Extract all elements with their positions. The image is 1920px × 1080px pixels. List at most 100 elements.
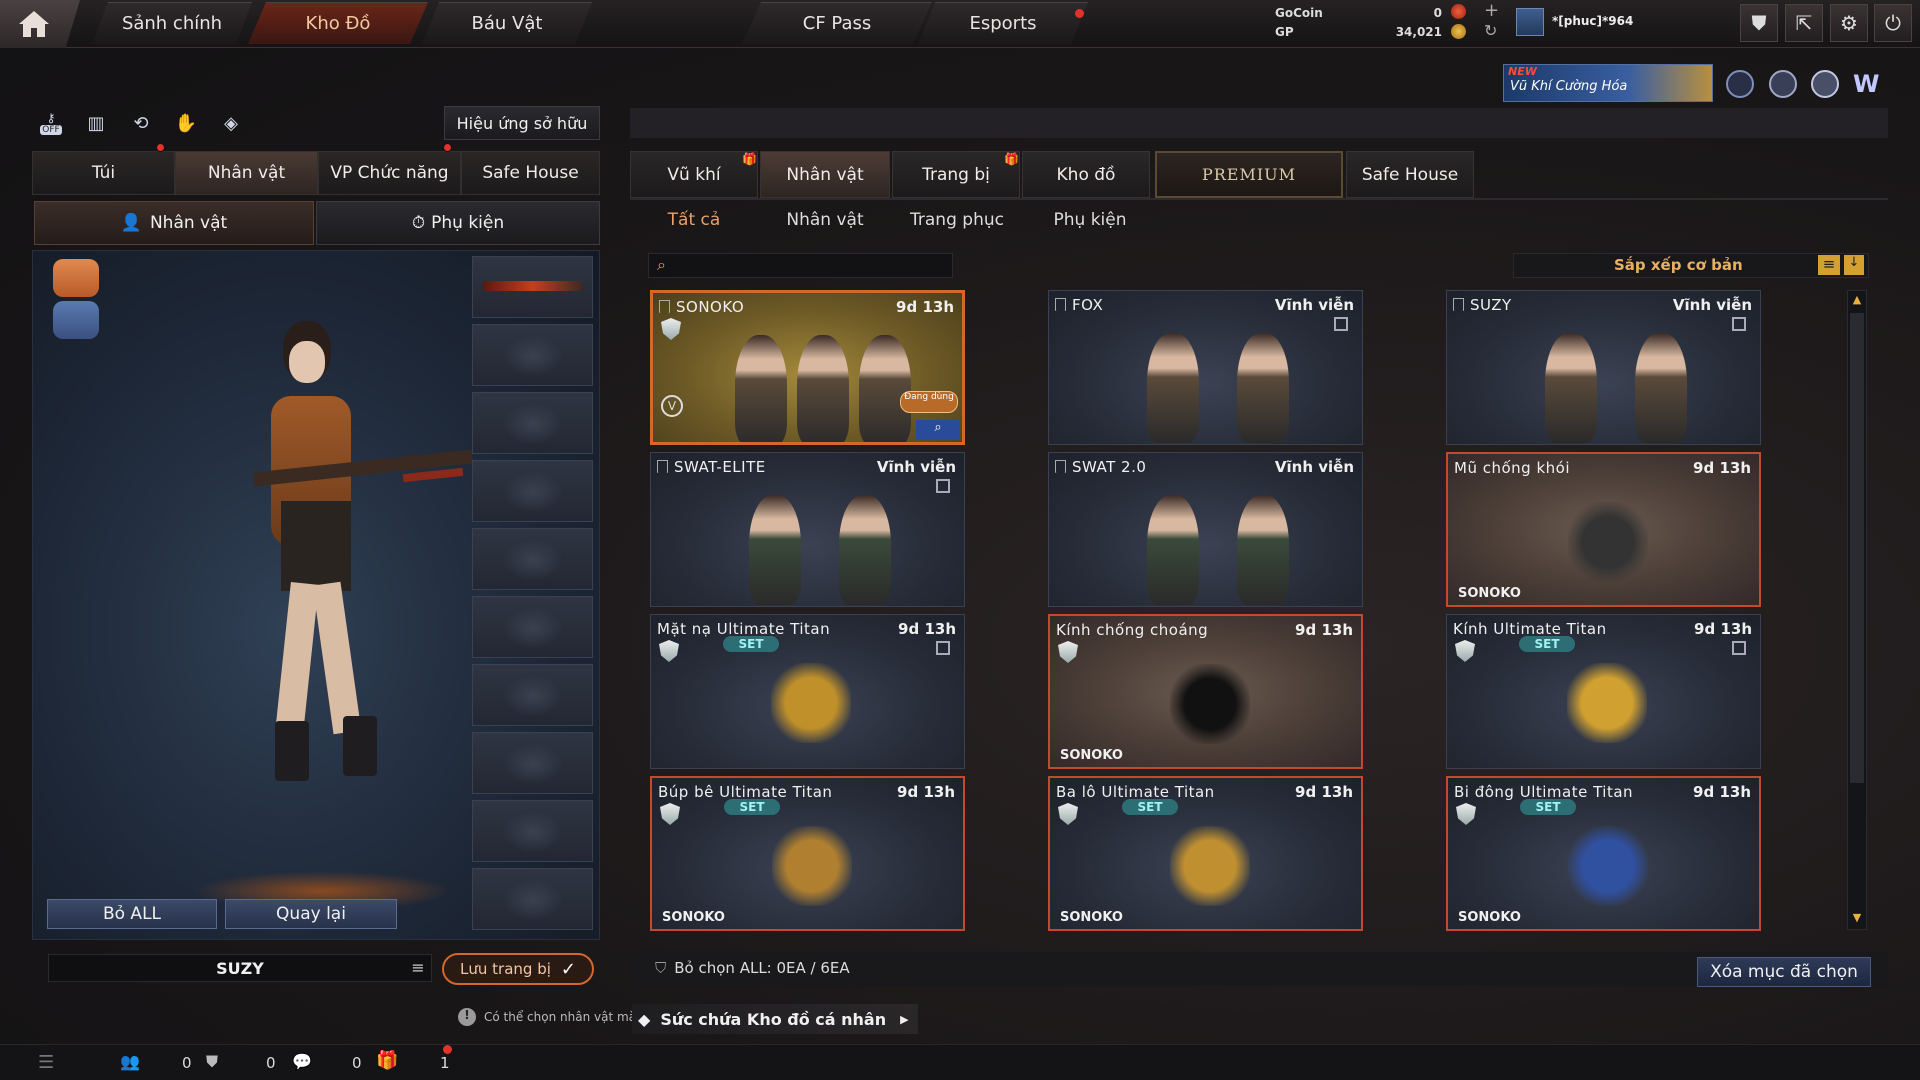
trash-icon[interactable]	[936, 479, 950, 493]
nav-tab-esports[interactable]: Esports	[918, 2, 1088, 44]
clan-icon[interactable]: ⛊	[206, 1052, 218, 1072]
search-input[interactable]: ⌕	[648, 253, 953, 278]
tab-label: Trang bị	[922, 164, 990, 185]
trash-icon[interactable]	[1732, 641, 1746, 655]
sort-menu-icon[interactable]: ≡	[1818, 255, 1840, 275]
toggle-effects-off[interactable]: ⚷ OFF	[36, 108, 66, 138]
back-button[interactable]: Quay lại	[225, 899, 397, 929]
card-suzy[interactable]: SUZY Vĩnh viễn	[1446, 290, 1761, 445]
trash-icon[interactable]	[1732, 317, 1746, 331]
tab-function-items[interactable]: VP Chức năng	[318, 151, 461, 195]
filter-all[interactable]: Tất cả	[640, 206, 748, 234]
subtab-accessories[interactable]: ⏱ Phụ kiện	[316, 201, 600, 245]
tab-safe-house-right[interactable]: Safe House	[1346, 151, 1474, 198]
card-fox[interactable]: FOX Vĩnh viễn	[1048, 290, 1363, 445]
tab-storage[interactable]: Kho đồ	[1022, 151, 1150, 198]
card-titan-canteen[interactable]: Bi đông Ultimate Titan 9d 13h SET SONOKO	[1446, 776, 1761, 931]
goggles-slot[interactable]	[472, 392, 593, 454]
event-icon-2[interactable]	[1769, 70, 1797, 98]
remove-all-button[interactable]: Bỏ ALL	[47, 899, 217, 929]
sort-dropdown[interactable]: Sắp xếp cơ bản ≡ ↓	[1513, 253, 1869, 278]
shield-icon	[1058, 803, 1078, 825]
scroll-down-icon[interactable]: ▼	[1850, 911, 1864, 925]
card-sonoko[interactable]: SONOKO 9d 13h Đang dùng ⌕ V	[650, 290, 965, 445]
filter-label: Tất cả	[667, 210, 721, 230]
scroll-thumb[interactable]	[1850, 313, 1864, 783]
deselect-all[interactable]: ⛉ Bỏ chọn ALL: 0EA / 6EA	[655, 959, 850, 977]
backpack-slot[interactable]	[472, 664, 593, 726]
wolf-emblem-icon[interactable]	[53, 259, 99, 297]
username[interactable]: *[phuc]*964	[1552, 14, 1633, 28]
hand-icon[interactable]: ✋	[171, 108, 201, 138]
trash-icon[interactable]	[936, 641, 950, 655]
nav-tab-treasure[interactable]: Báu Vật	[422, 2, 592, 44]
function-alert-dot	[443, 143, 452, 152]
menu-list-icon[interactable]: ≡	[406, 958, 430, 978]
power-icon[interactable]: ⏻	[1874, 4, 1912, 42]
card-titan-glasses[interactable]: Kính Ultimate Titan 9d 13h SET	[1446, 614, 1761, 769]
card-anti-flash-goggles[interactable]: Kính chống choáng 9d 13h SONOKO	[1048, 614, 1363, 769]
tab-safe-house[interactable]: Safe House	[461, 151, 600, 195]
gift-box-icon[interactable]: 🎁	[376, 1050, 398, 1071]
refresh-icon[interactable]: ↻	[1484, 21, 1497, 40]
canteen-slot[interactable]	[472, 596, 593, 658]
nav-tab-label: Sảnh chính	[121, 13, 223, 34]
clan-shield-icon[interactable]: ⛊	[1740, 4, 1778, 42]
card-swat-elite[interactable]: SWAT-ELITE Vĩnh viễn	[650, 452, 965, 607]
trash-icon[interactable]	[1334, 317, 1348, 331]
owned-effects-label: Hiệu ứng sở hữu	[456, 113, 588, 133]
filter-characters[interactable]: Nhân vật	[770, 206, 880, 234]
filter-costumes[interactable]: Trang phục	[896, 206, 1018, 234]
chat-icon[interactable]: 💬	[292, 1052, 312, 1071]
filter-accessories[interactable]: Phụ kiện	[1036, 206, 1144, 234]
save-equipment-button[interactable]: Lưu trang bị ✓	[442, 953, 594, 985]
bag-icon[interactable]: ◈	[216, 108, 246, 138]
item-name: SWAT 2.0	[1055, 458, 1146, 476]
weapon-slot[interactable]	[472, 256, 593, 318]
zoom-icon[interactable]: ⌕	[916, 420, 960, 440]
card-swat-2[interactable]: SWAT 2.0 Vĩnh viễn	[1048, 452, 1363, 607]
vest-slot[interactable]	[472, 528, 593, 590]
tab-characters[interactable]: Nhân vật	[760, 151, 890, 198]
settings-gear-icon[interactable]: ⚙	[1830, 4, 1868, 42]
nav-tab-label: CF Pass	[802, 13, 872, 34]
right-header-strip	[630, 108, 1888, 138]
add-currency-icon[interactable]: +	[1484, 0, 1499, 21]
tab-premium[interactable]: PREMIUM	[1155, 151, 1343, 198]
mask-slot[interactable]	[472, 460, 593, 522]
scrollbar[interactable]: ▲ ▼	[1847, 290, 1867, 930]
tab-equipment[interactable]: Trang bị	[892, 151, 1020, 198]
card-smoke-helmet[interactable]: Mũ chống khói 9d 13h SONOKO	[1446, 452, 1761, 607]
exit-room-icon[interactable]: ⇱	[1785, 4, 1823, 42]
stats-icon[interactable]: ▥	[81, 108, 111, 138]
team-emblem-icon[interactable]	[53, 301, 99, 339]
sort-direction-icon[interactable]: ↓	[1844, 255, 1864, 275]
promo-banner[interactable]: NEW Vũ Khí Cường Hóa	[1503, 64, 1713, 102]
nav-tab-cf-pass[interactable]: CF Pass	[742, 2, 932, 44]
friends-icon[interactable]: 👥	[120, 1052, 140, 1071]
list-menu-icon[interactable]: ☰	[38, 1052, 54, 1073]
item-duration: 9d 13h	[1694, 620, 1752, 638]
tab-bag[interactable]: Túi	[32, 151, 175, 195]
card-titan-backpack[interactable]: Ba lô Ultimate Titan 9d 13h SET SONOKO	[1048, 776, 1363, 931]
card-titan-doll[interactable]: Búp bê Ultimate Titan 9d 13h SET SONOKO	[650, 776, 965, 931]
history-icon[interactable]: ⟲	[126, 108, 156, 138]
owned-effects-button[interactable]: Hiệu ứng sở hữu	[444, 106, 600, 140]
tab-character[interactable]: Nhân vật	[175, 151, 318, 195]
event-icon-3[interactable]	[1811, 70, 1839, 98]
nav-tab-lobby[interactable]: Sảnh chính	[92, 2, 252, 44]
doll-slot[interactable]	[472, 732, 593, 794]
helmet-slot[interactable]	[472, 324, 593, 386]
event-icon-4[interactable]: W	[1853, 70, 1885, 98]
storage-capacity-bar[interactable]: ◆ Sức chứa Kho đồ cá nhân ▶	[632, 1004, 918, 1034]
delete-selected-button[interactable]: Xóa mục đã chọn	[1697, 957, 1871, 987]
character-name-field[interactable]: SUZY	[48, 954, 432, 982]
ring-slot[interactable]	[472, 868, 593, 930]
card-titan-mask[interactable]: Mặt nạ Ultimate Titan 9d 13h SET	[650, 614, 965, 769]
subtab-character[interactable]: 👤 Nhân vật	[34, 201, 314, 245]
scroll-up-icon[interactable]: ▲	[1850, 293, 1864, 307]
glove-slot[interactable]	[472, 800, 593, 862]
nav-tab-inventory[interactable]: Kho Đồ	[248, 2, 428, 44]
tab-weapons[interactable]: Vũ khí	[630, 151, 758, 198]
event-icon-1[interactable]	[1726, 70, 1754, 98]
